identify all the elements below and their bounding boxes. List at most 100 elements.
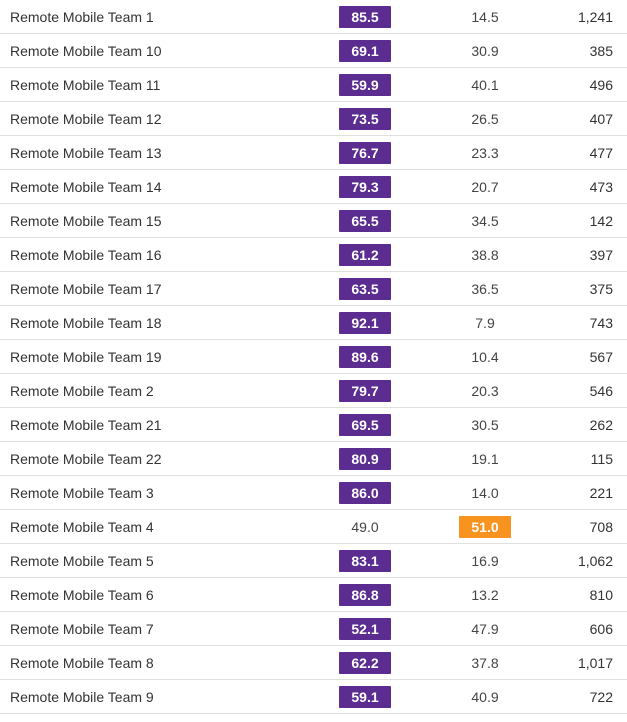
table-row: Remote Mobile Team 19 89.6 10.4567 (0, 340, 627, 374)
table-row: Remote Mobile Team 4 49.0 51.0 708 (0, 510, 627, 544)
count-value: 221 (540, 485, 627, 501)
value-1-highlight: 76.7 (339, 142, 391, 164)
table-row: Remote Mobile Team 1661.238.8397 (0, 238, 627, 272)
table-row: Remote Mobile Team 1479.320.7473 (0, 170, 627, 204)
team-name: Remote Mobile Team 10 (0, 43, 300, 59)
value-2-cell: 47.9 (430, 612, 540, 645)
team-name: Remote Mobile Team 14 (0, 179, 300, 195)
team-name: Remote Mobile Team 21 (0, 417, 300, 433)
count-value: 722 (540, 689, 627, 705)
table-row: Remote Mobile Team 1273.526.5407 (0, 102, 627, 136)
value-2: 19.1 (471, 451, 498, 467)
value-1-cell: 76.7 (300, 136, 430, 169)
table-row: Remote Mobile Team 1159.940.1496 (0, 68, 627, 102)
team-name: Remote Mobile Team 3 (0, 485, 300, 501)
value-2: 34.5 (471, 213, 498, 229)
value-2: 38.8 (471, 247, 498, 263)
count-value: 708 (540, 519, 627, 535)
value-2: 40.1 (471, 77, 498, 93)
table-row: Remote Mobile Team 13 76.7 23.3 477 (0, 136, 627, 170)
table-row: Remote Mobile Team 2280.919.1115 (0, 442, 627, 476)
table-row: Remote Mobile Team 752.147.9606 (0, 612, 627, 646)
count-value: 546 (540, 383, 627, 399)
table-row: Remote Mobile Team 862.237.81,017 (0, 646, 627, 680)
count-value: 477 (540, 145, 627, 161)
value-1-highlight: 73.5 (339, 108, 391, 130)
value-2-cell: 34.5 (430, 204, 540, 237)
team-name: Remote Mobile Team 2 (0, 383, 300, 399)
team-name: Remote Mobile Team 13 (0, 145, 300, 161)
team-name: Remote Mobile Team 9 (0, 689, 300, 705)
table-row: Remote Mobile Team 583.116.91,062 (0, 544, 627, 578)
value-1-highlight: 63.5 (339, 278, 391, 300)
value-2-cell: 14.0 (430, 476, 540, 509)
value-1-cell: 86.0 (300, 476, 430, 509)
value-1-cell: 85.5 (300, 0, 430, 33)
value-1-highlight: 59.1 (339, 686, 391, 708)
team-name: Remote Mobile Team 18 (0, 315, 300, 331)
team-name: Remote Mobile Team 19 (0, 349, 300, 365)
team-name: Remote Mobile Team 4 (0, 519, 300, 535)
value-2-highlight: 51.0 (459, 516, 511, 538)
team-name: Remote Mobile Team 15 (0, 213, 300, 229)
value-1-highlight: 86.8 (339, 584, 391, 606)
team-name: Remote Mobile Team 16 (0, 247, 300, 263)
value-1-cell: 61.2 (300, 238, 430, 271)
value-1-highlight: 83.1 (339, 550, 391, 572)
value-2-cell: 40.1 (430, 68, 540, 101)
value-1-cell: 89.6 (300, 340, 430, 373)
count-value: 375 (540, 281, 627, 297)
value-2: 40.9 (471, 689, 498, 705)
team-name: Remote Mobile Team 11 (0, 77, 300, 93)
value-1: 49.0 (351, 519, 378, 535)
value-2-cell: 19.1 (430, 442, 540, 475)
value-1-highlight: 69.1 (339, 40, 391, 62)
count-value: 142 (540, 213, 627, 229)
value-1-cell: 86.8 (300, 578, 430, 611)
count-value: 473 (540, 179, 627, 195)
value-1-highlight: 65.5 (339, 210, 391, 232)
value-1-cell: 79.7 (300, 374, 430, 407)
value-1-cell: 69.1 (300, 34, 430, 67)
value-1-highlight: 69.5 (339, 414, 391, 436)
value-2-cell: 20.3 (430, 374, 540, 407)
value-2-cell: 51.0 (430, 510, 540, 543)
value-1-highlight: 80.9 (339, 448, 391, 470)
value-1-cell: 52.1 (300, 612, 430, 645)
value-1-highlight: 86.0 (339, 482, 391, 504)
value-1-highlight: 89.6 (339, 346, 391, 368)
value-1-cell: 73.5 (300, 102, 430, 135)
value-2-cell: 20.7 (430, 170, 540, 203)
count-value: 262 (540, 417, 627, 433)
value-2-cell: 10.4 (430, 340, 540, 373)
value-2-cell: 23.3 (430, 136, 540, 169)
value-2-cell: 37.8 (430, 646, 540, 679)
count-value: 567 (540, 349, 627, 365)
value-2-cell: 16.9 (430, 544, 540, 577)
table-row: Remote Mobile Team 2 79.7 20.3546 (0, 374, 627, 408)
value-2: 23.3 (471, 145, 498, 161)
team-name: Remote Mobile Team 6 (0, 587, 300, 603)
value-2-cell: 13.2 (430, 578, 540, 611)
table-row: Remote Mobile Team 1892.17.9743 (0, 306, 627, 340)
value-1-highlight: 79.7 (339, 380, 391, 402)
value-1-cell: 65.5 (300, 204, 430, 237)
team-name: Remote Mobile Team 17 (0, 281, 300, 297)
value-1-cell: 59.1 (300, 680, 430, 713)
table-row: Remote Mobile Team 1763.536.5375 (0, 272, 627, 306)
value-2: 16.9 (471, 553, 498, 569)
table-row: Remote Mobile Team 686.813.2810 (0, 578, 627, 612)
count-value: 115 (540, 451, 627, 467)
value-1-highlight: 52.1 (339, 618, 391, 640)
value-1-cell: 49.0 (300, 510, 430, 543)
value-2-cell: 40.9 (430, 680, 540, 713)
value-1-cell: 59.9 (300, 68, 430, 101)
value-1-highlight: 61.2 (339, 244, 391, 266)
table-row: Remote Mobile Team 9 59.1 40.9 722 (0, 680, 627, 714)
table-row: Remote Mobile Team 2169.530.5262 (0, 408, 627, 442)
value-1-highlight: 92.1 (339, 312, 391, 334)
count-value: 407 (540, 111, 627, 127)
value-1-highlight: 59.9 (339, 74, 391, 96)
value-2-cell: 7.9 (430, 306, 540, 339)
value-1-cell: 92.1 (300, 306, 430, 339)
